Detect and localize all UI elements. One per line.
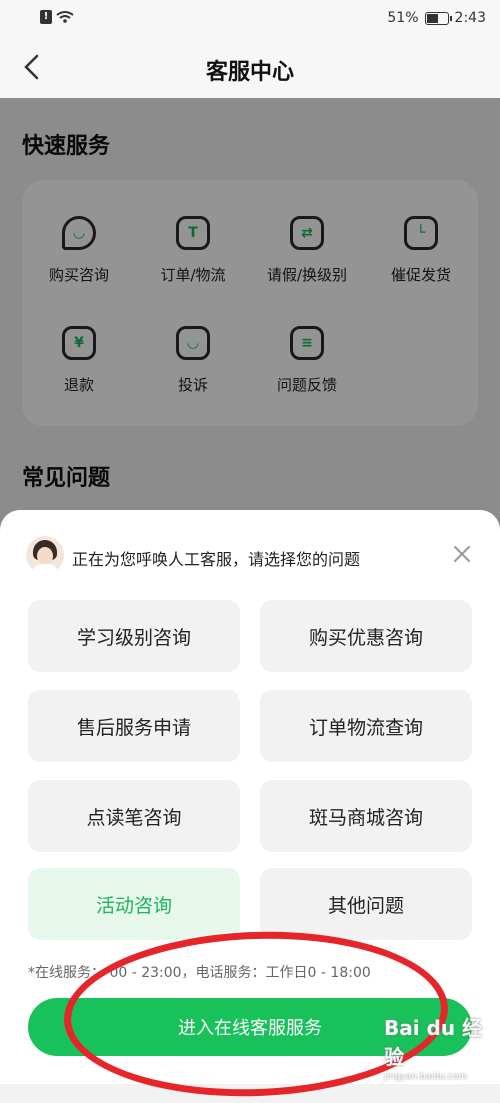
page-title: 客服中心 xyxy=(205,60,294,85)
option-activity[interactable]: 活动咨询 xyxy=(28,868,240,940)
clock: 2:43 xyxy=(454,10,486,26)
watermark-url: jingyan.baidu.com xyxy=(384,1072,468,1082)
status-bar: ! 51% 2:43 xyxy=(0,0,500,38)
agent-avatar xyxy=(26,536,64,574)
option-after-sales[interactable]: 售后服务申请 xyxy=(28,690,240,762)
option-learning-level[interactable]: 学习级别咨询 xyxy=(28,600,240,672)
watermark-brand: Bai du 经验 xyxy=(384,1016,483,1069)
customer-service-sheet: 正在为您呼唤人工客服，请选择您的问题 学习级别咨询 购买优惠咨询 售后服务申请 … xyxy=(0,510,500,1084)
option-other[interactable]: 其他问题 xyxy=(260,868,472,940)
baidu-watermark: Bai du 经验 jingyan.baidu.com xyxy=(384,1012,494,1082)
status-left: ! xyxy=(40,10,74,24)
option-order-logistics[interactable]: 订单物流查询 xyxy=(260,690,472,762)
wifi-icon xyxy=(56,11,74,23)
top-bar: 客服中心 xyxy=(0,38,500,98)
option-mall[interactable]: 斑马商城咨询 xyxy=(260,780,472,852)
status-right: 51% 2:43 xyxy=(387,10,486,26)
battery-icon xyxy=(424,11,452,25)
service-hours: *在线服务： 00 - 23:00，电话服务：工作日0 - 18:00 xyxy=(28,965,371,981)
close-icon[interactable] xyxy=(452,544,472,564)
sheet-prompt: 正在为您呼唤人工客服，请选择您的问题 xyxy=(72,550,361,569)
battery-percent: 51% xyxy=(387,10,419,26)
option-reading-pen[interactable]: 点读笔咨询 xyxy=(28,780,240,852)
option-purchase-discount[interactable]: 购买优惠咨询 xyxy=(260,600,472,672)
notification-icon: ! xyxy=(40,10,52,24)
